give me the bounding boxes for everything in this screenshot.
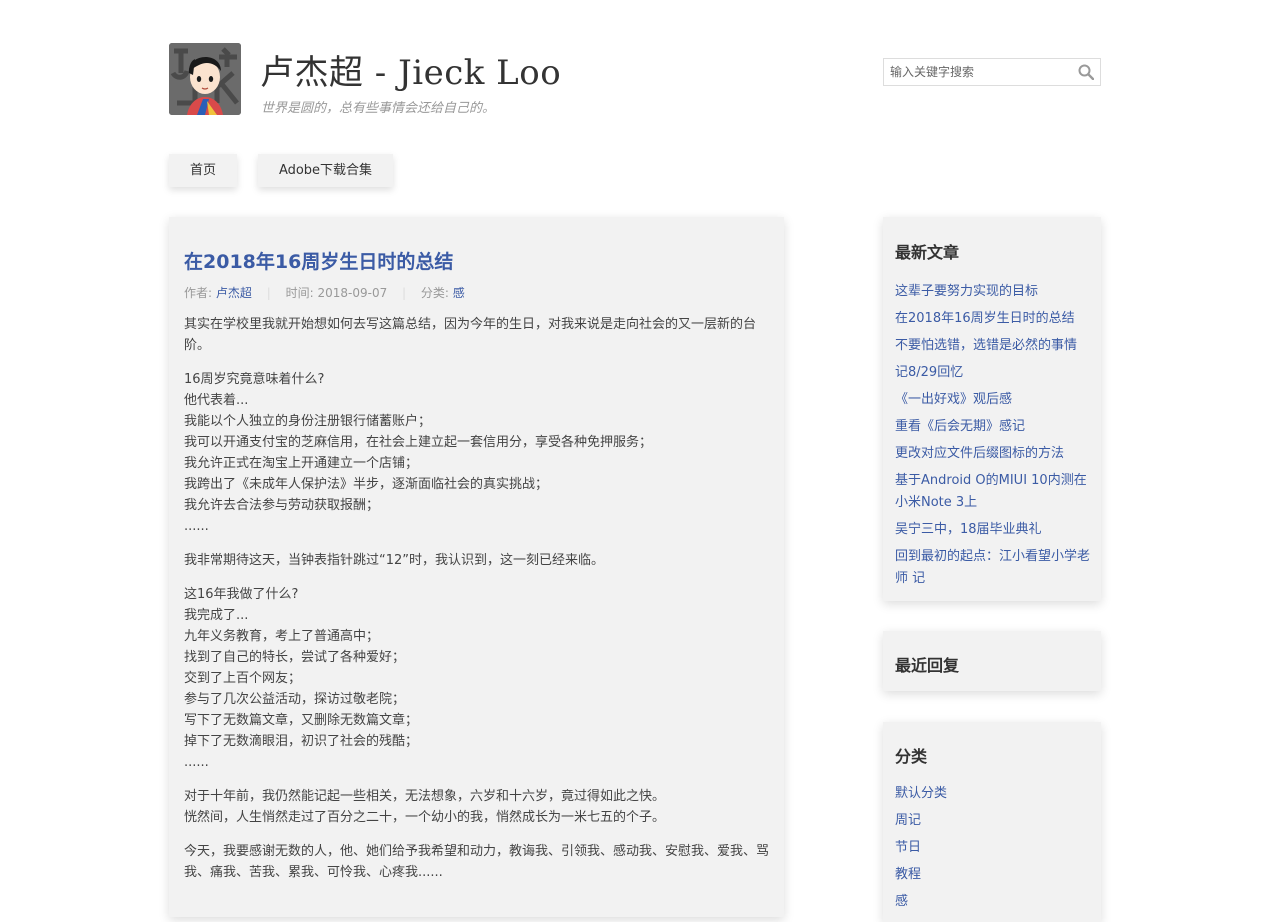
meta-divider: | xyxy=(266,286,271,300)
nav-home-button[interactable]: 首页 xyxy=(169,154,237,187)
site-title[interactable]: 卢杰超 - Jieck Loo xyxy=(260,45,561,94)
widget-title-latest: 最新文章 xyxy=(895,243,960,262)
latest-post-link[interactable]: 这辈子要努力实现的目标 xyxy=(895,281,1097,303)
latest-post-link[interactable]: 在2018年16周岁生日时的总结 xyxy=(895,308,1097,330)
post-paragraph: 对于十年前，我仍然能记起一些相关，无法想象，六岁和十六岁，竟过得如此之快。 恍然… xyxy=(184,789,666,825)
post-paragraph: 其实在学校里我就开始想如何去写这篇总结，因为今年的生日，对我来说是走向社会的又一… xyxy=(184,317,757,353)
author-link[interactable]: 卢杰超 xyxy=(216,286,252,300)
latest-post-link[interactable]: 基于Android O的MIUI 10内测在小米Note 3上 xyxy=(895,470,1097,514)
post-date: 2018-09-07 xyxy=(317,286,388,300)
latest-post-link[interactable]: 《一出好戏》观后感 xyxy=(895,389,1097,411)
recent-replies-widget: 最近回复 xyxy=(883,631,1101,691)
post-meta: 作者: 卢杰超 | 时间: 2018-09-07 | 分类: 感 xyxy=(184,284,465,301)
post-paragraph: 16周岁究竟意味着什么? 他代表着... 我能以个人独立的身份注册银行储蓄账户；… xyxy=(184,372,653,534)
categories-list: 默认分类周记节日教程感 xyxy=(895,783,1097,913)
post-card: 在2018年16周岁生日时的总结 作者: 卢杰超 | 时间: 2018-09-0… xyxy=(169,217,784,917)
search-box xyxy=(883,58,1101,86)
latest-post-link[interactable]: 不要怕选错，选错是必然的事情 xyxy=(895,335,1097,357)
categories-widget: 分类 默认分类周记节日教程感 xyxy=(883,722,1101,922)
category-link[interactable]: 默认分类 xyxy=(895,783,1097,805)
category-link[interactable]: 节日 xyxy=(895,837,1097,859)
search-button[interactable] xyxy=(1078,64,1095,81)
cartoon-avatar-icon xyxy=(169,43,241,115)
search-input[interactable] xyxy=(884,59,1070,85)
widget-title-replies: 最近回复 xyxy=(895,656,960,675)
latest-post-link[interactable]: 更改对应文件后缀图标的方法 xyxy=(895,443,1097,465)
nav-adobe-button[interactable]: Adobe下载合集 xyxy=(258,154,393,187)
site-tagline: 世界是圆的，总有些事情会还给自己的。 xyxy=(261,101,496,116)
latest-post-link[interactable]: 记8/29回忆 xyxy=(895,362,1097,384)
category-label: 分类: xyxy=(420,286,449,300)
post-title[interactable]: 在2018年16周岁生日时的总结 xyxy=(184,247,453,274)
category-link[interactable]: 感 xyxy=(453,286,465,300)
time-label: 时间: xyxy=(285,286,314,300)
author-label: 作者: xyxy=(184,286,213,300)
widget-title-categories: 分类 xyxy=(895,747,928,766)
latest-posts-widget: 最新文章 这辈子要努力实现的目标 在2018年16周岁生日时的总结 不要怕选错，选错… xyxy=(883,217,1101,601)
meta-divider: | xyxy=(402,286,407,300)
latest-posts-list: 这辈子要努力实现的目标 在2018年16周岁生日时的总结 不要怕选错，选错是必然的事… xyxy=(895,281,1097,590)
post-body: 其实在学校里我就开始想如何去写这篇总结，因为今年的生日，对我来说是走向社会的又一… xyxy=(184,314,774,896)
latest-post-link[interactable]: 吴宁三中，18届毕业典礼 xyxy=(895,519,1097,541)
post-paragraph: 我非常期待这天，当钟表指针跳过“12”时，我认识到，这一刻已经来临。 xyxy=(184,553,605,568)
post-paragraph: 今天，我要感谢无数的人，他、她们给予我希望和动力，教诲我、引领我、感动我、安慰我… xyxy=(184,844,770,880)
latest-post-link[interactable]: 回到最初的起点：江小看望小学老师 记 xyxy=(895,546,1097,590)
category-link[interactable]: 教程 xyxy=(895,864,1097,886)
magnifier-icon xyxy=(1078,64,1095,81)
category-link[interactable]: 周记 xyxy=(895,810,1097,832)
site-avatar[interactable] xyxy=(169,43,241,115)
category-link[interactable]: 感 xyxy=(895,891,1097,913)
post-paragraph: 这16年我做了什么? 我完成了... 九年义务教育，考上了普通高中； 找到了自己… xyxy=(184,587,419,770)
latest-post-link[interactable]: 重看《后会无期》感记 xyxy=(895,416,1097,438)
